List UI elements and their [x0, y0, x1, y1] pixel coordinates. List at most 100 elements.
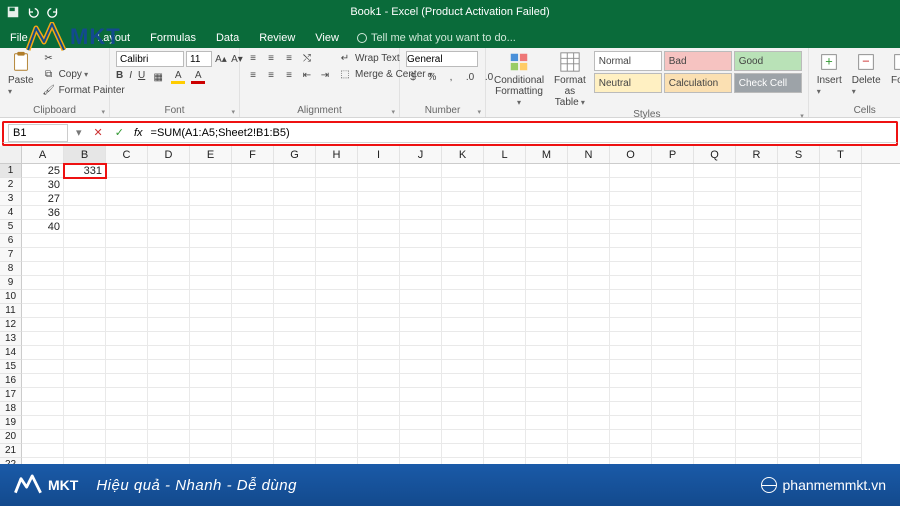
- cell[interactable]: [694, 290, 736, 304]
- cell[interactable]: [652, 346, 694, 360]
- row-header[interactable]: 2: [0, 178, 22, 192]
- cell[interactable]: [22, 416, 64, 430]
- cell[interactable]: [316, 262, 358, 276]
- cell[interactable]: [820, 304, 862, 318]
- cell[interactable]: [484, 318, 526, 332]
- cell[interactable]: [148, 234, 190, 248]
- cell[interactable]: [526, 374, 568, 388]
- cell[interactable]: [400, 220, 442, 234]
- cell[interactable]: [232, 346, 274, 360]
- select-all-corner[interactable]: [0, 146, 22, 163]
- cell[interactable]: [148, 416, 190, 430]
- cell[interactable]: [526, 220, 568, 234]
- cell[interactable]: [736, 276, 778, 290]
- cell[interactable]: [568, 220, 610, 234]
- cell[interactable]: [148, 178, 190, 192]
- row-header[interactable]: 15: [0, 360, 22, 374]
- cell[interactable]: [442, 164, 484, 178]
- cell[interactable]: [190, 360, 232, 374]
- cell[interactable]: [820, 416, 862, 430]
- cell[interactable]: [820, 276, 862, 290]
- style-bad[interactable]: Bad: [664, 51, 732, 71]
- cell[interactable]: [442, 346, 484, 360]
- cell[interactable]: [442, 388, 484, 402]
- cell[interactable]: [694, 206, 736, 220]
- row-header[interactable]: 1: [0, 164, 22, 178]
- cell[interactable]: [778, 234, 820, 248]
- cell[interactable]: [274, 178, 316, 192]
- cell[interactable]: [316, 220, 358, 234]
- cell[interactable]: [64, 416, 106, 430]
- cell[interactable]: [820, 374, 862, 388]
- fx-icon[interactable]: fx: [130, 127, 147, 139]
- cell[interactable]: [316, 290, 358, 304]
- cell[interactable]: [190, 304, 232, 318]
- cell[interactable]: [274, 276, 316, 290]
- cell[interactable]: [148, 346, 190, 360]
- cell[interactable]: [106, 346, 148, 360]
- cell[interactable]: [64, 248, 106, 262]
- cell[interactable]: [400, 430, 442, 444]
- cell[interactable]: [820, 360, 862, 374]
- cell[interactable]: [610, 346, 652, 360]
- cell[interactable]: [484, 276, 526, 290]
- cell[interactable]: [106, 430, 148, 444]
- cell[interactable]: [106, 318, 148, 332]
- cell[interactable]: [190, 248, 232, 262]
- cell[interactable]: [820, 332, 862, 346]
- cell[interactable]: [778, 360, 820, 374]
- column-header[interactable]: G: [274, 146, 316, 163]
- cell[interactable]: [694, 430, 736, 444]
- cell[interactable]: [610, 290, 652, 304]
- cell[interactable]: [610, 192, 652, 206]
- row-header[interactable]: 8: [0, 262, 22, 276]
- tab-file[interactable]: File: [0, 28, 38, 48]
- cell[interactable]: [652, 444, 694, 458]
- cell[interactable]: [694, 318, 736, 332]
- cell[interactable]: [64, 220, 106, 234]
- cell[interactable]: [442, 374, 484, 388]
- cell[interactable]: [316, 402, 358, 416]
- row-header[interactable]: 21: [0, 444, 22, 458]
- row-header[interactable]: 5: [0, 220, 22, 234]
- cell[interactable]: 331: [64, 164, 106, 178]
- cell[interactable]: [190, 220, 232, 234]
- cell[interactable]: [316, 248, 358, 262]
- cell[interactable]: [526, 318, 568, 332]
- cell[interactable]: [484, 234, 526, 248]
- row-header[interactable]: 7: [0, 248, 22, 262]
- cell[interactable]: [442, 192, 484, 206]
- cell[interactable]: [778, 416, 820, 430]
- cell[interactable]: [274, 332, 316, 346]
- fill-color-button[interactable]: A: [171, 70, 185, 84]
- cell-styles-gallery[interactable]: Normal Bad Good Neutral Calculation Chec…: [594, 51, 802, 93]
- cell[interactable]: [64, 192, 106, 206]
- cell[interactable]: [190, 192, 232, 206]
- cell[interactable]: [694, 416, 736, 430]
- cell[interactable]: [568, 248, 610, 262]
- cell[interactable]: [232, 304, 274, 318]
- cell[interactable]: [232, 444, 274, 458]
- name-box[interactable]: [8, 124, 68, 142]
- cell[interactable]: [400, 318, 442, 332]
- cell[interactable]: [736, 388, 778, 402]
- column-header[interactable]: P: [652, 146, 694, 163]
- cell[interactable]: [148, 276, 190, 290]
- cell[interactable]: [610, 416, 652, 430]
- cell[interactable]: [22, 402, 64, 416]
- cell[interactable]: [442, 332, 484, 346]
- cell[interactable]: [484, 178, 526, 192]
- row-header[interactable]: 17: [0, 388, 22, 402]
- cell[interactable]: [442, 178, 484, 192]
- cell[interactable]: [778, 192, 820, 206]
- cell[interactable]: [358, 374, 400, 388]
- cell[interactable]: [652, 220, 694, 234]
- cell[interactable]: [190, 276, 232, 290]
- cell[interactable]: [820, 290, 862, 304]
- cell[interactable]: [64, 402, 106, 416]
- cell[interactable]: [232, 164, 274, 178]
- cell[interactable]: [316, 332, 358, 346]
- cell[interactable]: [610, 248, 652, 262]
- cell[interactable]: [106, 444, 148, 458]
- row-header[interactable]: 9: [0, 276, 22, 290]
